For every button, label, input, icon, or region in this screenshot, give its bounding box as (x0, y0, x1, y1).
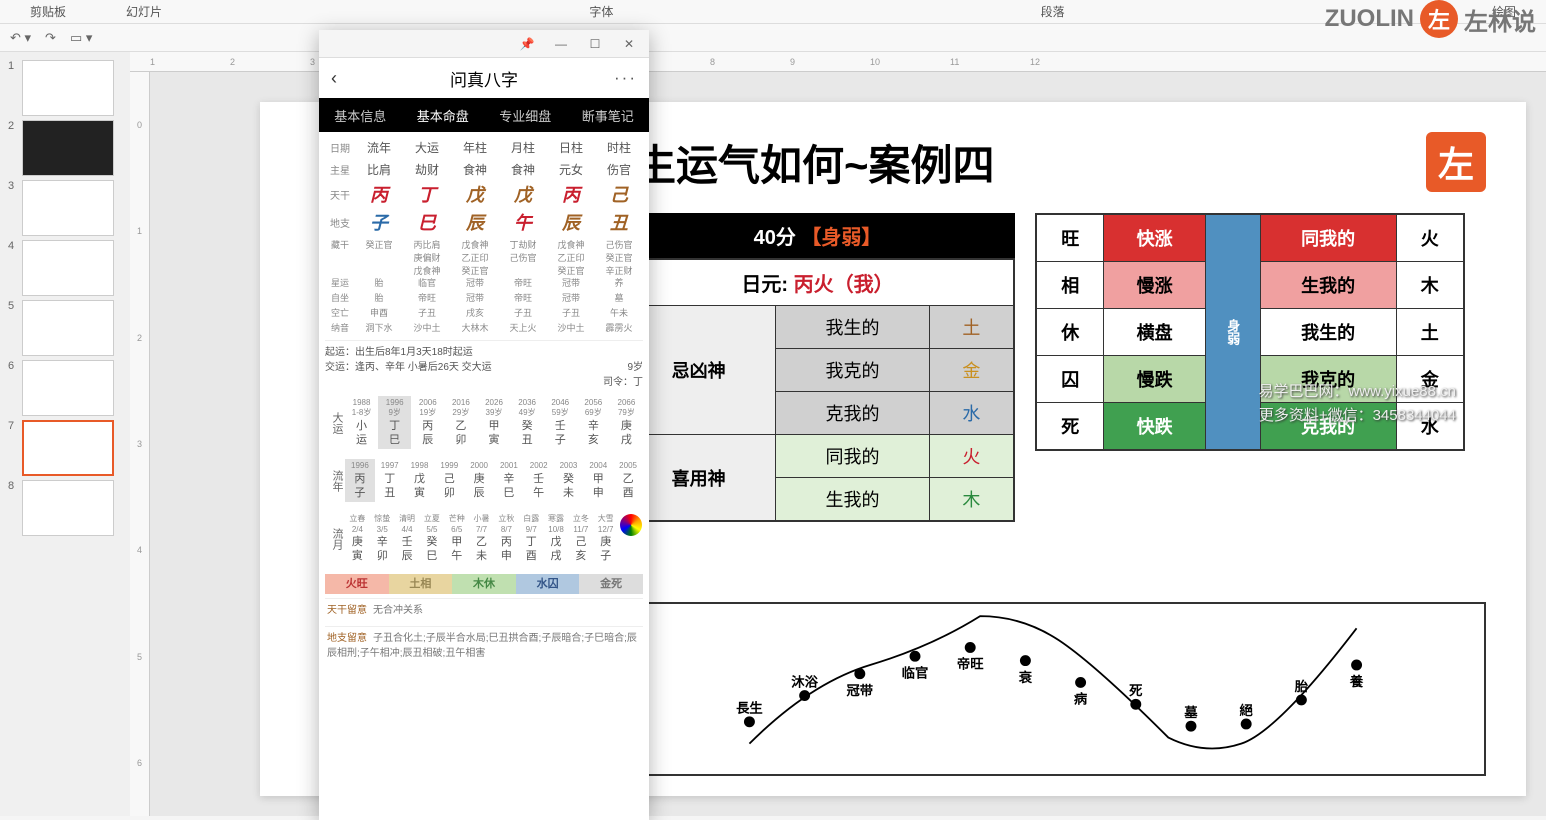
liuyue-col-5[interactable]: 小暑7/7乙未 (469, 512, 494, 565)
dayun-col-4[interactable]: 202639岁甲寅 (477, 396, 510, 449)
dayun-col-7[interactable]: 205669岁辛亥 (577, 396, 610, 449)
minimize-icon[interactable]: — (545, 33, 577, 55)
dayun-col-3[interactable]: 201629岁乙卯 (444, 396, 477, 449)
slide-thumb-5[interactable] (22, 300, 114, 356)
liuyue-col-8[interactable]: 寒露10/8戊戌 (544, 512, 569, 565)
liunian-col-1[interactable]: 1997丁丑 (375, 459, 405, 502)
slide-title: -生运气如何~案例四 (620, 132, 1496, 193)
svg-text:墓: 墓 (1183, 704, 1198, 720)
slide-thumb-8[interactable] (22, 480, 114, 536)
liuyue-col-3[interactable]: 立夏5/5癸巳 (419, 512, 444, 565)
liuyue-col-1[interactable]: 惊蛰3/5辛卯 (370, 512, 395, 565)
liuyue-col-7[interactable]: 白露9/7丁酉 (519, 512, 544, 565)
maximize-icon[interactable]: ☐ (579, 33, 611, 55)
state-block: 旺快涨身弱同我的火 相慢涨生我的木 休横盘我生的土 囚慢跌我克的金 死快跌克我的… (1035, 213, 1465, 522)
svg-text:帝旺: 帝旺 (957, 656, 984, 672)
popup-header: ‹ 问真八字 ··· (319, 58, 649, 98)
svg-text:沐浴: 沐浴 (791, 673, 818, 689)
redo-button[interactable]: ↷ (45, 30, 56, 46)
bazi-popup: 📌 — ☐ ✕ ‹ 问真八字 ··· 基本信息 基本命盘 专业细盘 断事笔记 日… (319, 30, 649, 820)
lifecycle-curve: 長生 沐浴冠带 临官 帝旺衰病 死墓 絕 胎 養 (620, 602, 1486, 776)
slide-thumb-4[interactable] (22, 240, 114, 296)
dayun-col-1[interactable]: 19969岁丁巳 (378, 396, 411, 449)
slide-thumb-6[interactable] (22, 360, 114, 416)
brand-watermark: ZUOLIN 左 左林说 (1325, 0, 1536, 38)
undo-button[interactable]: ↶ ▾ (10, 30, 31, 46)
riyuan-table: 日元: 丙火（我） 忌凶神我生的土 我克的金 克我的水 喜用神同我的火 生我的木 (620, 258, 1015, 522)
liunian-col-9[interactable]: 2005乙酉 (613, 459, 643, 502)
liuyue-col-2[interactable]: 清明4/4壬辰 (395, 512, 420, 565)
liunian-col-6[interactable]: 2002壬午 (524, 459, 554, 502)
liuyue-col-4[interactable]: 芒种6/5甲午 (444, 512, 469, 565)
slide-thumb-7[interactable] (22, 420, 114, 476)
dayun-col-8[interactable]: 206679岁庚戌 (610, 396, 643, 449)
popup-titlebar[interactable]: 📌 — ☐ ✕ (319, 30, 649, 58)
dayun-col-2[interactable]: 200619岁丙辰 (411, 396, 444, 449)
wuxing-bar: 火旺 土相 木休 水囚 金死 (325, 574, 643, 594)
liunian-col-8[interactable]: 2004甲申 (583, 459, 613, 502)
liunian-col-7[interactable]: 2003癸未 (554, 459, 584, 502)
slide-thumb-2[interactable] (22, 120, 114, 176)
liuyue-col-11[interactable] (618, 512, 643, 565)
slide-thumb-1[interactable] (22, 60, 114, 116)
svg-text:衰: 衰 (1018, 669, 1033, 685)
svg-text:临官: 临官 (902, 664, 929, 680)
liuyue-col-10[interactable]: 大雪12/7庚子 (593, 512, 618, 565)
back-icon[interactable]: ‹ (331, 68, 337, 89)
svg-text:長生: 長生 (736, 700, 763, 716)
riyuan-block: 40分 【身弱】 日元: 丙火（我） 忌凶神我生的土 我克的金 克我的水 喜用神… (620, 213, 1015, 522)
ribbon-clipboard[interactable]: 剪贴板 (0, 3, 96, 20)
tab-notes[interactable]: 断事笔记 (567, 98, 650, 133)
liunian-col-5[interactable]: 2001辛巳 (494, 459, 524, 502)
svg-text:冠带: 冠带 (846, 683, 873, 698)
tab-basic-info[interactable]: 基本信息 (319, 98, 402, 133)
close-icon[interactable]: ✕ (613, 33, 645, 55)
brand-logo-icon: 左 (1420, 0, 1458, 38)
svg-text:胎: 胎 (1295, 678, 1309, 694)
quick-access-toolbar: ↶ ▾ ↷ ▭ ▾ (0, 24, 1546, 52)
ribbon-slides[interactable]: 幻灯片 (96, 3, 192, 20)
liuyue-col-6[interactable]: 立秋8/7丙申 (494, 512, 519, 565)
tab-basic-chart[interactable]: 基本命盘 (402, 98, 485, 133)
tab-pro-chart[interactable]: 专业细盘 (484, 98, 567, 133)
liunian-col-0[interactable]: 1996丙子 (345, 459, 375, 502)
dayun-col-5[interactable]: 203649岁癸丑 (511, 396, 544, 449)
author-badge: 左 (1426, 132, 1486, 192)
score-bar: 40分 【身弱】 (620, 213, 1015, 258)
pin-icon[interactable]: 📌 (511, 33, 543, 55)
ribbon-bar: 剪贴板 幻灯片 字体 段落 绘图 (0, 0, 1546, 24)
popup-tabs: 基本信息 基本命盘 专业细盘 断事笔记 (319, 98, 649, 132)
liuyue-col-9[interactable]: 立冬11/7己亥 (568, 512, 593, 565)
more-icon[interactable]: ··· (614, 68, 637, 88)
svg-text:死: 死 (1129, 683, 1143, 698)
liuyue-col-0[interactable]: 立春2/4庚寅 (345, 512, 370, 565)
source-watermark: 易学巴巴网：www.yixue88.cn 更多资料+微信：3458344044 (1258, 380, 1456, 428)
ruler-vertical: 0123456 (130, 72, 150, 816)
liunian-col-2[interactable]: 1998戊寅 (405, 459, 435, 502)
popup-title: 问真八字 (450, 66, 518, 91)
svg-text:病: 病 (1074, 691, 1088, 707)
dayun-col-0[interactable]: 19881-8岁小运 (345, 396, 378, 449)
slide-thumbnail-panel: 1 2 3 4 5 6 7 8 (0, 52, 130, 816)
slideshow-button[interactable]: ▭ ▾ (70, 30, 92, 46)
svg-text:絕: 絕 (1240, 702, 1254, 718)
liunian-col-4[interactable]: 2000庚辰 (464, 459, 494, 502)
svg-text:養: 養 (1349, 673, 1364, 689)
slide-thumb-3[interactable] (22, 180, 114, 236)
ribbon-paragraph[interactable]: 段落 (1011, 3, 1095, 20)
dayun-col-6[interactable]: 204659岁壬子 (544, 396, 577, 449)
liunian-col-3[interactable]: 1999己卯 (434, 459, 464, 502)
ribbon-font[interactable]: 字体 (559, 3, 643, 20)
